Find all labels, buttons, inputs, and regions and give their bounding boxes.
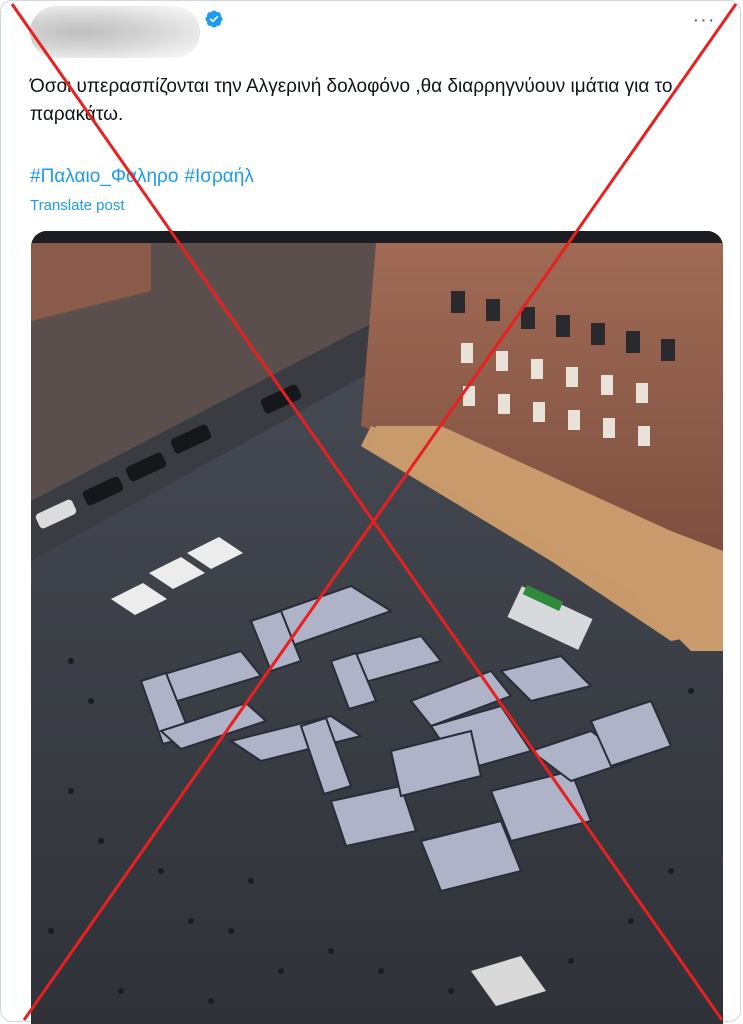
aerial-square-photo xyxy=(31,231,723,1024)
more-options-icon[interactable]: ··· xyxy=(690,6,718,34)
blurred-author-name[interactable] xyxy=(30,6,200,58)
verified-badge-icon xyxy=(205,10,223,28)
hashtags: #Παλαιο_Φαληρο #Ισραήλ xyxy=(30,163,254,191)
translate-post-link[interactable]: Translate post xyxy=(30,197,125,214)
hashtag-link[interactable]: #Παλαιο_Φαληρο xyxy=(30,163,178,191)
post-text: Όσοι υπερασπίζονται την Αλγερινή δολοφόν… xyxy=(30,76,673,125)
post-header: ··· xyxy=(30,4,720,60)
post-image[interactable] xyxy=(31,231,723,1024)
hashtag-link[interactable]: #Ισραήλ xyxy=(184,163,253,191)
